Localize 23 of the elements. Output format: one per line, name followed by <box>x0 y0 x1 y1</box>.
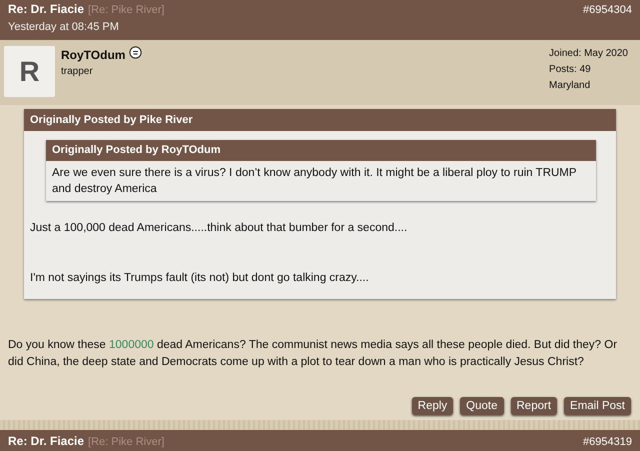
username[interactable]: RoyTOdum <box>61 48 126 62</box>
post-action-button[interactable]: Quote <box>460 397 504 415</box>
post-number[interactable]: #6954304 <box>583 2 632 18</box>
post-action-button[interactable]: Reply <box>412 397 454 415</box>
quote-text: Just a 100,000 dead Americans.....think about that bumber for a second.... <box>30 221 408 235</box>
quote-header: Originally Posted by RoyTOdum <box>46 140 596 161</box>
user-stat: Maryland <box>549 79 592 93</box>
avatar: R <box>4 46 55 97</box>
post-action-button[interactable]: Email Post <box>564 397 631 415</box>
post-title: Re: Dr. Fiacie <box>8 1 84 17</box>
post-title: Re: Dr. Fiacie <box>8 434 84 448</box>
post-subtitle: [Re: Pike River] <box>88 436 164 448</box>
quote-text: I'm not sayings its Trumps fault (its not) but dont go talking crazy.... <box>30 271 370 285</box>
user-stat: Posts: 49 <box>549 63 592 77</box>
post-subtitle: [Re: Pike River] <box>88 3 164 18</box>
post-text: Do you know these 1000000 dead Americans? The communist news media says all these people died. But did they? Or did China, the deep state and Democrats come up with a plot to tear down a man who is practically Jesus Christ? <box>8 338 618 370</box>
quote-header: Originally Posted by Pike River <box>24 109 616 131</box>
post-action-button[interactable]: Report <box>510 397 558 415</box>
post-number[interactable]: #6954319 <box>583 436 632 448</box>
quote-text: Are we even sure there is a virus? I don’t know anybody with it. It might be a liberal ploy to ruin TRUMP and destroy America <box>51 166 578 197</box>
user-stat: Joined: May 2020 <box>549 47 628 61</box>
user-title: trapper <box>61 66 94 77</box>
post-time: Yesterday at 08:45 PM <box>8 20 120 35</box>
